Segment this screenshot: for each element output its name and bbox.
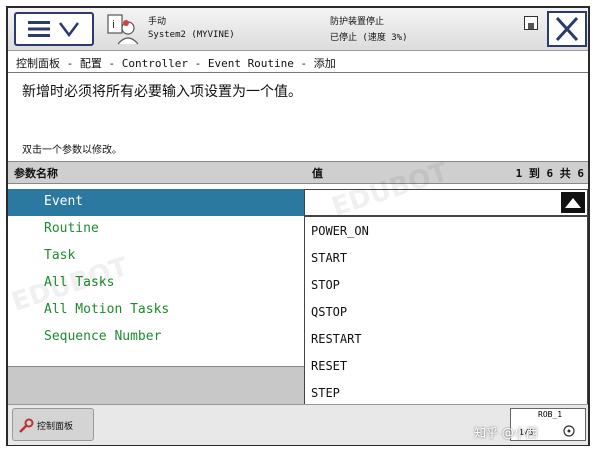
triangle-up-icon xyxy=(565,198,581,208)
mode-text: 手动 xyxy=(148,17,167,27)
main-menu-button[interactable] xyxy=(14,12,94,46)
flexpendant-window: i 手动 System2 (MYVINE) 防护装置停止 已停止 (速度 3%)… xyxy=(6,6,590,446)
column-header-name: 参数名称 xyxy=(14,167,58,180)
action-bar xyxy=(8,366,304,405)
param-row-task[interactable]: Task xyxy=(8,243,304,270)
event-dropdown-list: POWER_ON START STOP QSTOP RESTART RESET … xyxy=(304,216,588,405)
dropdown-option[interactable]: POWER_ON xyxy=(311,224,369,238)
operator-status-icon[interactable]: i xyxy=(104,12,140,46)
divider xyxy=(8,72,588,73)
dropdown-option[interactable]: QSTOP xyxy=(311,305,347,319)
param-row-routine[interactable]: Routine xyxy=(8,216,304,243)
credit-watermark: 知乎 @小西 xyxy=(474,426,538,440)
dropdown-option[interactable]: RESTART xyxy=(311,332,362,346)
close-icon xyxy=(555,16,579,42)
hint-text: 双击一个参数以修改。 xyxy=(22,145,122,156)
param-label: Sequence Number xyxy=(44,329,162,344)
param-row-event[interactable]: Event xyxy=(8,189,304,216)
breadcrumb: 控制面板 - 配置 - Controller - Event Routine -… xyxy=(16,57,336,70)
rob-label: ROB_1 xyxy=(538,410,563,419)
param-label: Routine xyxy=(44,221,99,236)
column-header-value: 值 xyxy=(312,167,323,180)
close-button[interactable] xyxy=(547,11,587,47)
hamburger-chevron-icon xyxy=(28,21,79,38)
param-row-sequence-number[interactable]: Sequence Number xyxy=(8,324,304,351)
control-panel-label: 控制面板 xyxy=(37,422,74,432)
dropdown-option[interactable]: START xyxy=(311,251,347,265)
dropdown-option[interactable]: STEP xyxy=(311,386,340,400)
param-label: Task xyxy=(44,248,76,263)
svg-text:i: i xyxy=(112,18,115,31)
control-panel-task-button[interactable]: 控制面板 xyxy=(12,408,94,441)
system-text: System2 (MYVINE) xyxy=(148,30,235,40)
top-status-bar: i 手动 System2 (MYVINE) 防护装置停止 已停止 (速度 3%) xyxy=(8,8,588,51)
param-label: Event xyxy=(44,194,84,209)
robot-arm-icon xyxy=(563,425,575,437)
pager-text: 1 到 6 共 6 xyxy=(515,167,584,180)
wrench-icon xyxy=(19,418,34,433)
dropdown-toggle-button[interactable] xyxy=(561,192,585,213)
dropdown-option[interactable]: STOP xyxy=(311,278,340,292)
param-label: All Motion Tasks xyxy=(44,302,170,317)
dropdown-option[interactable]: RESET xyxy=(311,359,347,373)
quickset-icon[interactable] xyxy=(524,16,538,30)
safety-text: 防护装置停止 xyxy=(330,17,385,27)
table-header: 参数名称 值 1 到 6 共 6 xyxy=(8,161,588,184)
state-text: 已停止 (速度 3%) xyxy=(330,33,408,43)
instruction-text: 新增时必须将所有必要输入项设置为一个值。 xyxy=(22,84,302,100)
